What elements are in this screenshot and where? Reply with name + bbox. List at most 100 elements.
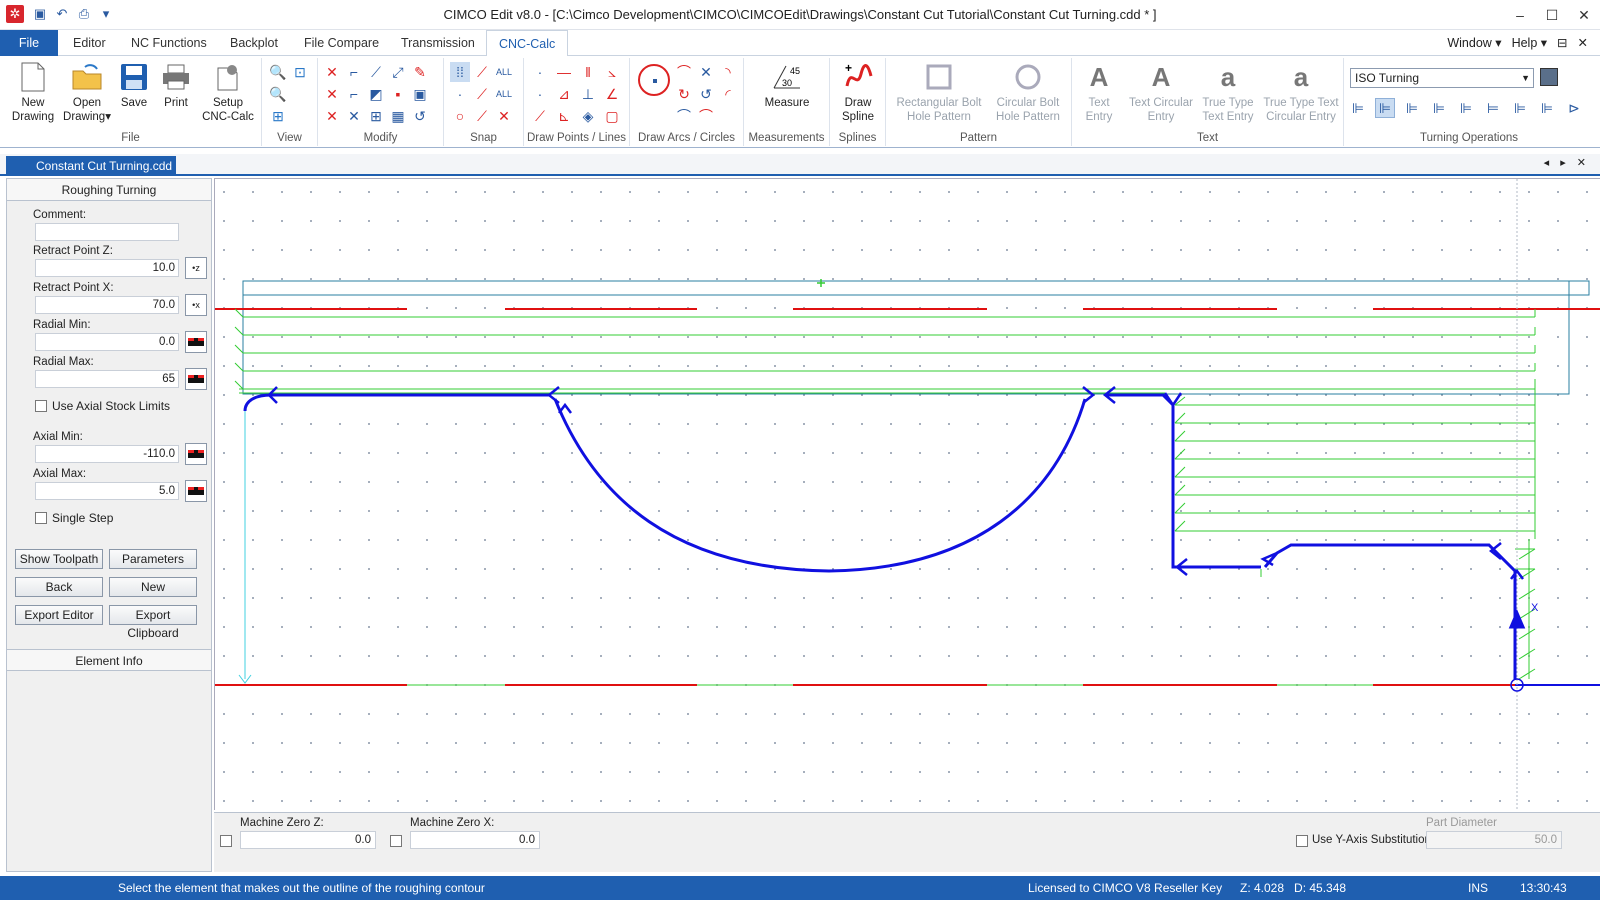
tab-nc-functions[interactable]: NC Functions [131,30,207,56]
turn-bore-icon[interactable]: ⊫ [1537,98,1557,118]
tab-file[interactable]: File [0,30,58,56]
text-circular-button[interactable]: A Text Circular Entry [1126,60,1196,124]
arc-tangent-icon[interactable]: ⌒ [674,62,694,82]
axial-max-input[interactable]: 5.0 [35,482,179,500]
maximize-button[interactable]: ☐ [1536,0,1568,30]
extend-icon[interactable]: ⌐ [344,62,364,82]
draw-spline-button[interactable]: + Draw Spline [836,60,880,124]
y-axis-sub-checkbox[interactable] [1296,835,1308,847]
close-button[interactable]: ✕ [1568,0,1600,30]
tab-transmission[interactable]: Transmission [401,30,475,56]
zoom-in-icon[interactable]: 🔍 [268,62,288,82]
pick-x-button[interactable]: •x [185,294,207,316]
turn-finish-icon[interactable]: ⊫ [1402,98,1422,118]
tangent-line-icon[interactable]: ⊥ [578,84,598,104]
line-icon[interactable]: ⟋ [530,106,550,126]
truetype-text-button[interactable]: a True Type Text Entry [1198,60,1258,124]
turn-rough-icon[interactable]: ⊫ [1375,98,1395,118]
snap-center-icon[interactable]: ○ [450,106,470,126]
retract-x-input[interactable]: 70.0 [35,296,179,314]
bisect-line-icon[interactable]: ∠ [602,84,622,104]
tab-file-compare[interactable]: File Compare [304,30,379,56]
fillet-icon[interactable]: ⌐ [344,84,364,104]
point2-icon[interactable]: · [530,84,550,104]
snap-intersect-icon[interactable]: ✕ [494,106,514,126]
checkbox-box[interactable] [35,512,47,524]
restore-doc-icon[interactable]: ⊟ [1557,30,1567,56]
calculator-icon[interactable] [1540,68,1558,86]
angle-line-icon[interactable]: ⊿ [554,84,574,104]
arc-3pt-icon[interactable]: ◝ [718,62,738,82]
open-drawing-button[interactable]: Open Drawing▾ [60,60,114,124]
new-drawing-button[interactable]: New Drawing [8,60,58,124]
radial-min-input[interactable]: 0.0 [35,333,179,351]
pick-z-button[interactable]: •z [185,257,207,279]
doc-tab-nav[interactable]: ◂ ▸ ✕ [1544,156,1590,169]
print-button[interactable]: Print [156,60,196,110]
checkbox-box[interactable] [35,400,47,412]
snap-grid-icon[interactable]: ⁞⁞ [450,62,470,82]
rotate-icon[interactable]: ↺ [410,106,430,126]
arc-cw-icon[interactable]: ↻ [674,84,694,104]
turn-tap-icon[interactable]: ⊳ [1564,98,1584,118]
new-button[interactable]: New [109,577,197,597]
pick-axial-min-icon[interactable] [185,443,207,465]
arc-ccw-icon[interactable]: ↺ [696,84,716,104]
circle-tool-icon[interactable] [638,64,670,96]
snap-all-icon[interactable]: ALL [494,62,514,82]
part-diameter-input[interactable]: 50.0 [1426,831,1562,849]
mz-x-checkbox[interactable] [390,835,402,847]
single-step-checkbox[interactable]: Single Step [35,511,113,525]
comment-input[interactable] [35,223,179,241]
snap-line-icon[interactable]: ⟋ [472,62,492,82]
mz-x-input[interactable]: 0.0 [410,831,540,849]
snap-none-icon[interactable]: ALL [494,84,514,104]
vertical-line-icon[interactable]: ‖ [578,62,598,82]
arc-end-icon[interactable]: ◜ [718,84,738,104]
help-menu[interactable]: Help ▾ [1512,30,1547,56]
turn-cutoff-icon[interactable]: ⊫ [1510,98,1530,118]
turn-groove-icon[interactable]: ⊫ [1429,98,1449,118]
snap-tangent-icon[interactable]: ⟋ [472,106,492,126]
trim-icon[interactable]: ✕ [322,62,342,82]
zoom-out-icon[interactable]: 🔍 [268,84,288,104]
polar-line-icon[interactable]: ⦣ [602,62,622,82]
radial-max-input[interactable]: 65 [35,370,179,388]
delete-icon[interactable]: ✎ [410,62,430,82]
arc-fillet-icon[interactable]: ⌒ [674,106,694,126]
window-menu[interactable]: Window ▾ [1447,30,1501,56]
show-toolpath-button[interactable]: Show Toolpath [15,549,103,569]
mz-z-input[interactable]: 0.0 [240,831,376,849]
offset-icon[interactable]: ⊞ [366,106,386,126]
snap-end-icon[interactable]: ⟋ [472,84,492,104]
pick-radial-max-icon[interactable] [185,368,207,390]
rect-icon[interactable]: ▢ [602,106,622,126]
cut-icon[interactable]: ✕ [322,106,342,126]
export-editor-button[interactable]: Export Editor [15,605,103,625]
tab-cnc-calc[interactable]: CNC-Calc [486,30,569,57]
point-icon[interactable]: · [530,62,550,82]
turning-type-select[interactable]: ISO Turning ▼ [1350,68,1534,88]
turn-drill-icon[interactable]: ⊨ [1483,98,1503,118]
pick-axial-max-icon[interactable] [185,480,207,502]
scale-icon[interactable]: ▦ [388,106,408,126]
tab-backplot[interactable]: Backplot [230,30,278,56]
chamfer-icon[interactable]: ◩ [366,84,386,104]
export-clipboard-button[interactable]: Export Clipboard [109,605,197,640]
rect-bolt-pattern-button[interactable]: Rectangular Bolt Hole Pattern [890,60,988,124]
rotate-copy-icon[interactable]: ▣ [410,84,430,104]
axial-min-input[interactable]: -110.0 [35,445,179,463]
measure-button[interactable]: 45 30 Measure [756,60,818,110]
break-icon[interactable]: ⟋ [366,62,386,82]
use-axial-stock-checkbox[interactable]: Use Axial Stock Limits [35,399,170,413]
zoom-fit-icon[interactable]: ⊞ [268,106,288,126]
doc-tab-constant-cut[interactable]: Constant Cut Turning.cdd * [6,156,176,193]
truetype-circular-button[interactable]: a True Type Text Circular Entry [1260,60,1342,124]
mirror-icon[interactable]: ▪ [388,84,408,104]
circ-bolt-pattern-button[interactable]: Circular Bolt Hole Pattern [990,60,1066,124]
minimize-button[interactable]: – [1504,0,1536,30]
save-button[interactable]: Save [116,60,152,110]
setup-cnc-calc-button[interactable]: Setup CNC-Calc [198,60,258,124]
snap-point-icon[interactable]: · [450,84,470,104]
zoom-window-icon[interactable]: ⊡ [290,62,310,82]
